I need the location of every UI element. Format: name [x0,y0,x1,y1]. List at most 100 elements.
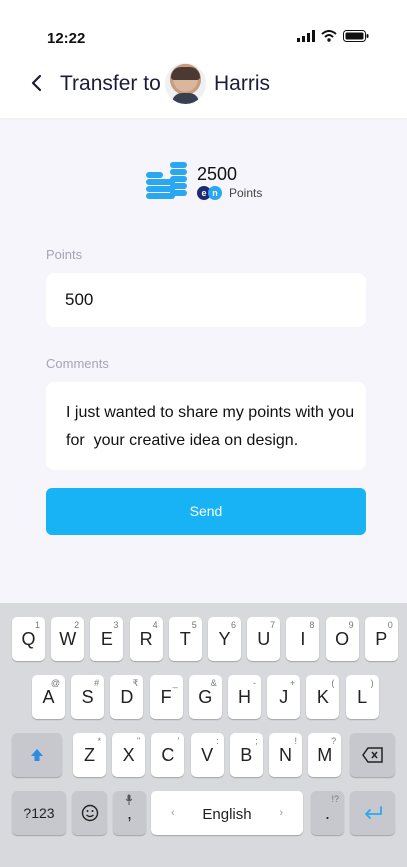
battery-icon [343,30,369,42]
key-s-label: S [81,687,94,707]
key-y-label: Y [218,629,231,649]
points-unit-label: Points [229,186,263,200]
key-c[interactable]: C ' [151,733,185,777]
key-u-label: U [257,629,271,649]
recipient-name: Harris [214,72,270,95]
key-d[interactable]: D ₹ [110,675,144,719]
period-key[interactable]: .!? [311,791,344,835]
back-button[interactable] [26,72,48,94]
space-bar[interactable]: English ‹ › [151,791,303,835]
key-h[interactable]: H- [228,675,261,719]
key-p[interactable]: P0 [364,617,398,661]
key-h-label: H [238,687,251,707]
key-j[interactable]: J + [267,675,301,719]
key-l[interactable]: L) [345,675,379,719]
key-s[interactable]: S # [71,675,105,719]
key-y-hint: 6 [230,620,236,630]
comments-textarea[interactable]: I just wanted to share my points with yo… [46,382,366,470]
key-t[interactable]: T5 [168,617,202,661]
key-m[interactable]: M? [308,733,342,777]
key-w-label: W [59,629,77,649]
badge-letter-right: n [208,186,222,200]
key-h-hint: - [253,678,256,688]
key-p-hint: 0 [387,620,393,630]
key-y[interactable]: Y6 [208,617,241,661]
key-v[interactable]: V: [190,733,224,777]
key-d-label: D [120,687,134,707]
page-title: Transfer to [60,72,161,95]
key-t-hint: 5 [191,620,197,630]
key-f[interactable]: F _ [149,675,183,719]
key-c-hint: ' [177,736,180,746]
comments-label: Comments [46,356,109,371]
key-b[interactable]: B; [229,733,263,777]
key-u-hint: 7 [270,620,276,630]
key-a-label: A [42,687,55,707]
points-balance: 2500 e n Points [146,160,276,210]
enter-icon [364,806,382,819]
keyboard: Q 1 W 2 E 3 R 4 T 5 Y 6 U 7 I 8 O 9 P 0 A @ S # D ₹ F _ G & H - J + K(L) Z *… [0,603,407,867]
key-s-hint: # [94,678,100,688]
key-v-hint: : [216,736,219,746]
points-input[interactable]: 500 [46,273,366,327]
key-q-hint: 1 [34,620,40,630]
symbols-key[interactable]: ?123 [12,791,66,835]
key-g[interactable]: G & [188,675,222,719]
key-e-hint: 3 [113,620,119,630]
key-r-label: R [139,629,153,649]
chevron-left-small-icon: ‹ [171,807,175,819]
coin-stack-icon [146,162,187,199]
backspace-key[interactable] [350,733,395,777]
key-a-hint: @ [50,678,60,688]
points-balance-value: 2500 [197,164,238,184]
key-q-label: Q [21,629,36,649]
page-header: Transfer to Harris [0,60,407,118]
key-e[interactable]: E3 [90,617,124,661]
comma-key[interactable]: , [113,791,146,835]
backspace-icon [361,747,383,763]
key-u[interactable]: U7 [247,617,281,661]
shift-arrow-icon [31,749,43,761]
key-g-hint: & [210,678,217,688]
key-i-hint: 8 [309,620,315,630]
key-m-label: M [317,745,333,765]
key-n-hint: ! [294,736,297,746]
smiley-icon [81,804,98,822]
key-k[interactable]: K( [306,675,340,719]
key-r[interactable]: R4 [129,617,163,661]
key-x-label: X [122,745,135,765]
key-o-label: O [335,629,350,649]
key-m-hint: ? [331,736,337,746]
enter-key[interactable] [350,791,395,835]
key-k-hint: ( [331,678,335,688]
key-x[interactable]: X " [112,733,146,777]
space-bar-label: English [202,806,252,823]
key-a[interactable]: A @ [32,675,65,719]
key-f-label: F [160,687,172,707]
status-bar: 12:22 [0,0,407,60]
key-o[interactable]: O9 [325,617,359,661]
key-q[interactable]: Q1 [12,617,45,661]
key-l-label: L [357,687,368,707]
comma-key-label: , [126,803,132,823]
emoji-key[interactable] [72,791,107,835]
avatar [165,63,206,104]
status-icons [297,30,369,42]
key-b-hint: ; [255,736,258,746]
key-d-hint: ₹ [132,678,139,688]
send-button[interactable]: Send [46,488,366,535]
key-j-hint: + [289,678,296,688]
key-w[interactable]: W2 [51,617,85,661]
key-n[interactable]: N! [269,733,302,777]
comments-textarea-value: I just wanted to share my points with yo… [66,404,355,449]
chevron-left-icon [31,74,42,92]
key-z-hint: * [97,736,101,746]
key-f-hint: _ [172,678,178,688]
key-c-label: C [161,745,175,765]
key-n-label: N [279,745,292,765]
shift-key[interactable] [12,733,62,777]
brand-badge-icon: e n [197,186,222,200]
key-i[interactable]: I8 [286,617,320,661]
key-z[interactable]: Z * [73,733,106,777]
chevron-right-small-icon: › [279,807,283,819]
